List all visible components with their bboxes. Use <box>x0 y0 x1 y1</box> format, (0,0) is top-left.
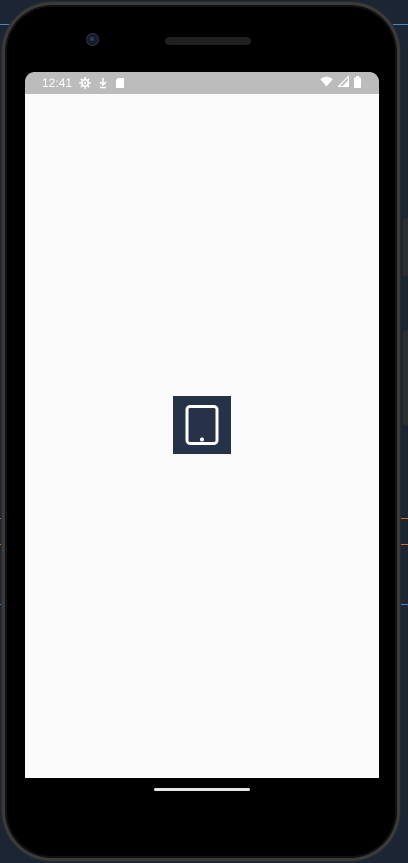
settings-gear-icon <box>79 77 92 89</box>
earpiece-speaker <box>165 37 251 45</box>
signal-icon <box>337 75 350 90</box>
wifi-icon <box>320 76 333 90</box>
volume-button[interactable] <box>403 330 408 425</box>
battery-icon <box>354 75 361 91</box>
status-bar: 12:41 <box>25 72 379 94</box>
front-camera <box>87 34 98 45</box>
download-arrow-icon <box>98 77 108 89</box>
screen: 12:41 <box>25 72 379 778</box>
sd-card-icon <box>115 77 125 89</box>
home-gesture-bar[interactable] <box>154 788 250 791</box>
status-time: 12:41 <box>42 76 73 90</box>
tablet-icon[interactable] <box>173 396 231 454</box>
status-right-icons <box>320 72 361 94</box>
power-button[interactable] <box>403 218 408 276</box>
